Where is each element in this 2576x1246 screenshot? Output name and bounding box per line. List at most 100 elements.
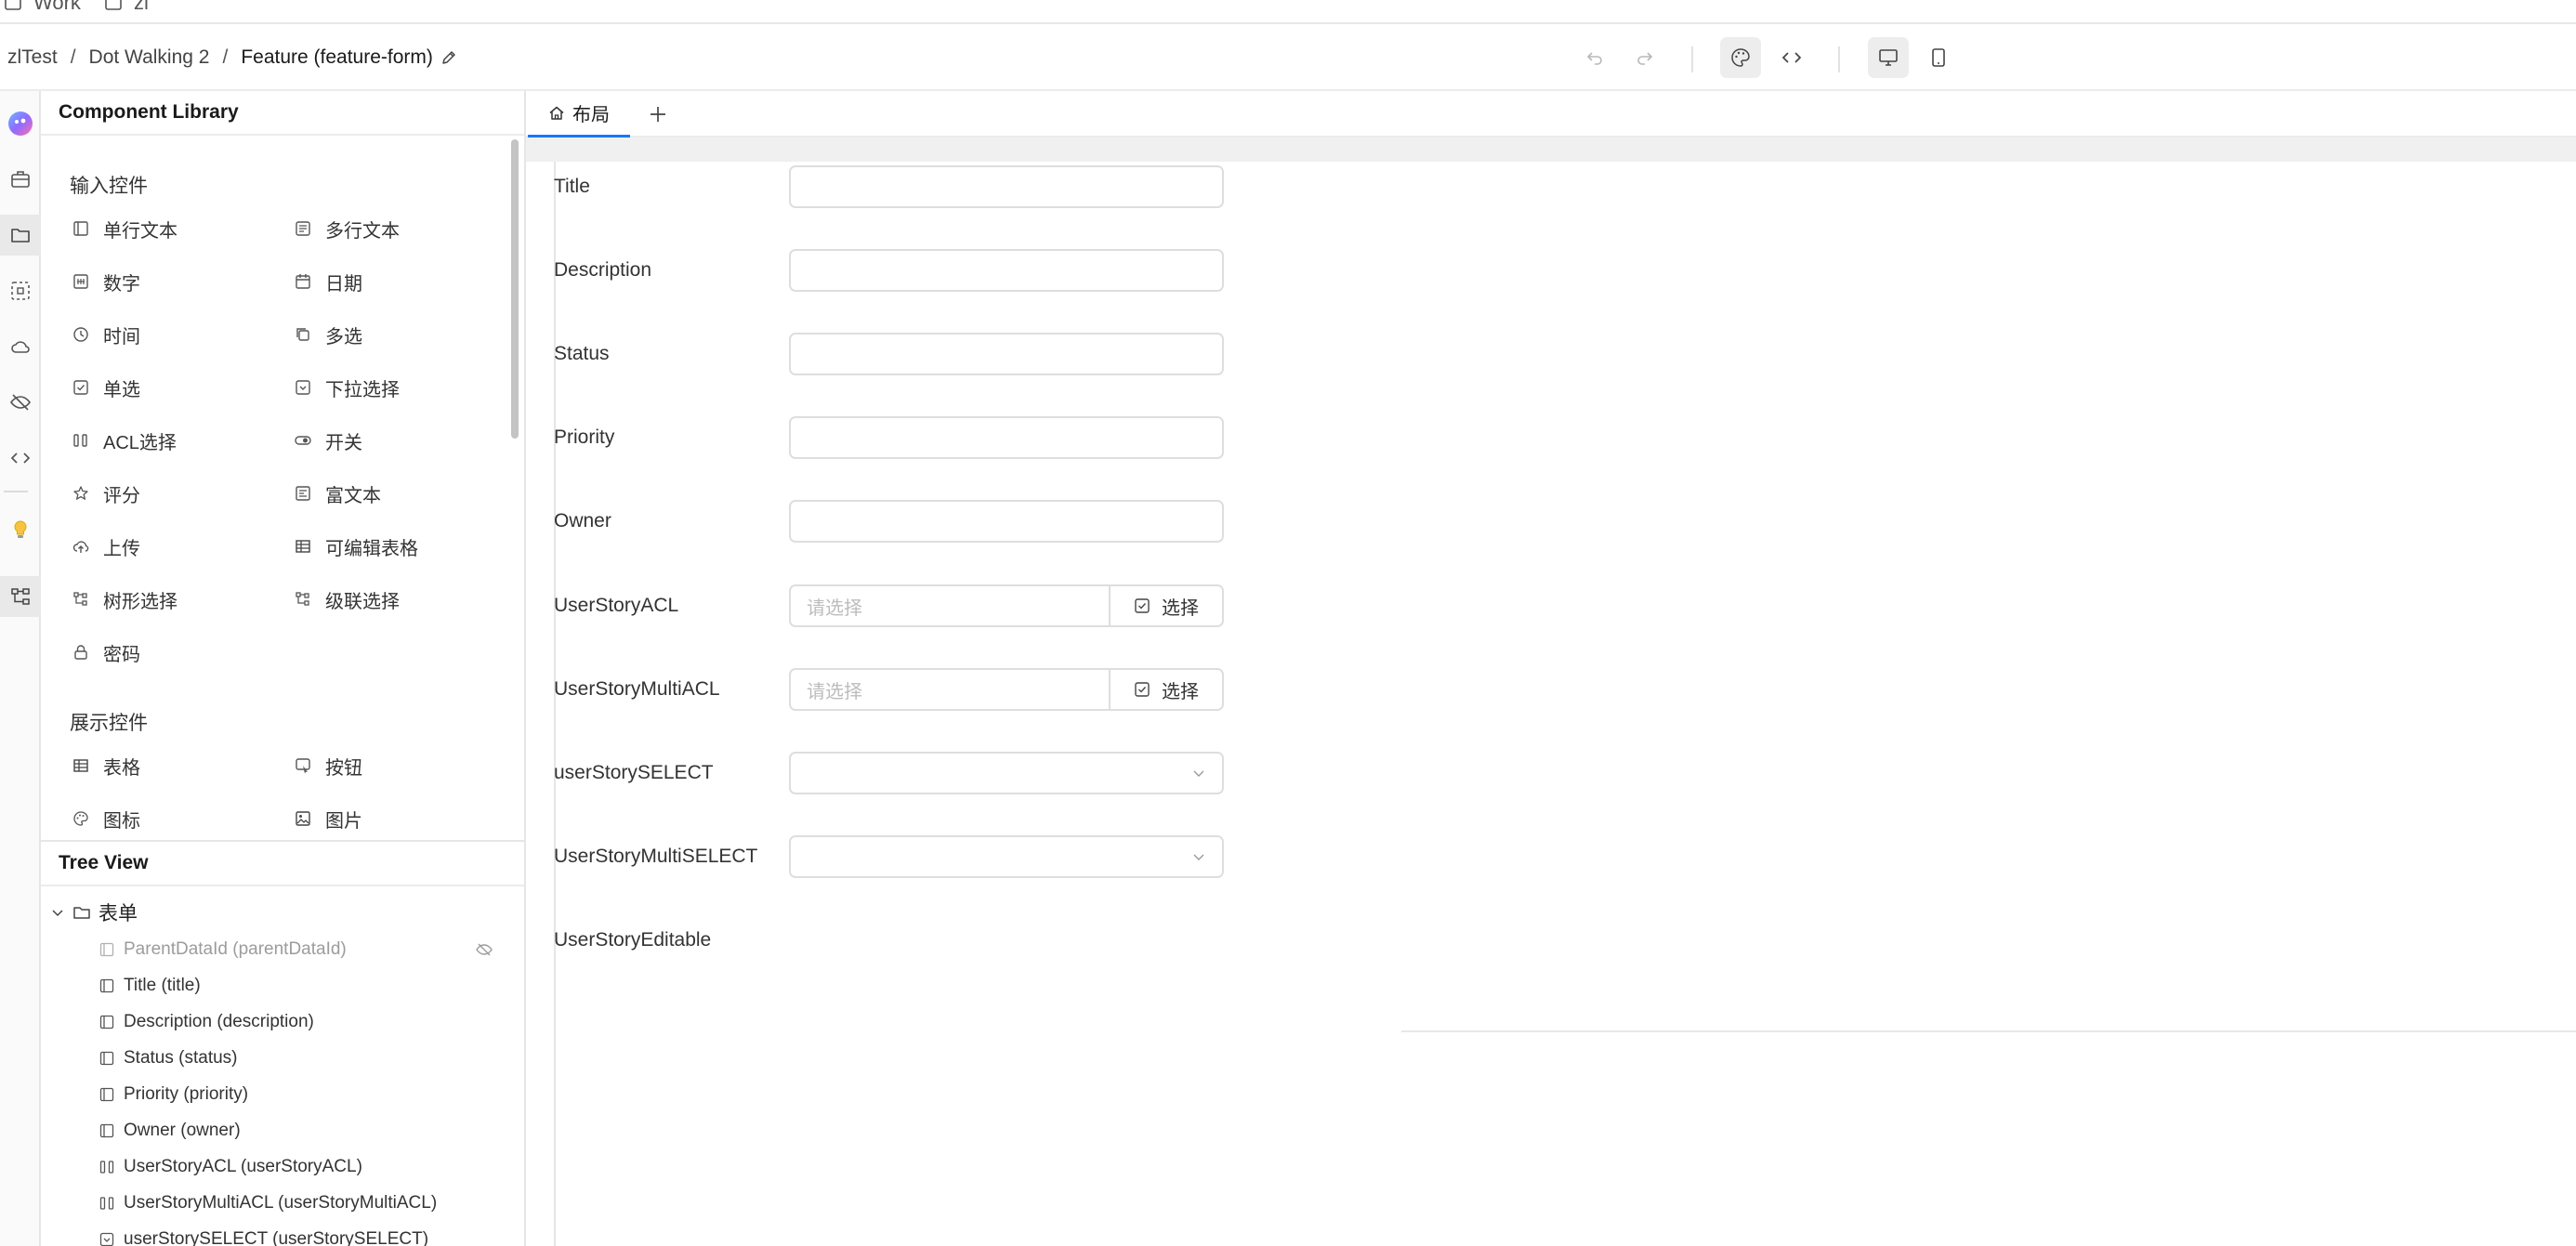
single-line-icon [99, 1051, 114, 1066]
component-acl-select[interactable]: ACL选择 [72, 422, 177, 459]
tree-node-label: Status (status) [124, 1048, 238, 1068]
component-editable-table[interactable]: 可编辑表格 [294, 528, 418, 565]
chevron-down-icon[interactable] [50, 905, 65, 920]
field-label-userstoryeditable: UserStoryEditable [554, 929, 712, 951]
tree-node-priority[interactable]: Priority (priority) [99, 1080, 248, 1109]
component-dropdown[interactable]: 下拉选择 [294, 369, 400, 406]
rail-avatar[interactable] [0, 103, 41, 144]
component-multi-line-text[interactable]: 多行文本 [294, 210, 400, 247]
component-cascade-select[interactable]: 级联选择 [294, 581, 400, 618]
tree-node-owner[interactable]: Owner (owner) [99, 1116, 241, 1146]
field-label-userstoryacl: UserStoryACL [554, 595, 679, 616]
mobile-view-button[interactable] [1918, 37, 1959, 78]
priority-input[interactable] [789, 416, 1224, 459]
rail-hidden[interactable] [0, 382, 41, 423]
single-line-icon [99, 1087, 114, 1102]
single-line-icon [99, 1123, 114, 1138]
field-label-description: Description [554, 259, 652, 281]
component-label: 富文本 [325, 485, 381, 506]
rail-files[interactable] [0, 215, 41, 256]
undo-button[interactable] [1574, 37, 1615, 78]
rail-tips[interactable] [0, 509, 41, 550]
tree-root-label: 表单 [99, 903, 138, 925]
rail-cloud[interactable] [0, 326, 41, 367]
rail-workspace[interactable] [0, 159, 41, 200]
rail-structure[interactable] [0, 576, 41, 617]
tree-node-userstoryacl[interactable]: UserStoryACL (userStoryACL) [99, 1152, 362, 1182]
owner-input[interactable] [789, 500, 1224, 543]
component-icon[interactable]: 图标 [72, 800, 140, 837]
top-tab-zl[interactable]: zl [104, 0, 149, 15]
activity-rail [0, 91, 41, 1246]
component-rich-text[interactable]: 富文本 [294, 475, 381, 512]
breadcrumb-module[interactable]: Dot Walking 2 [89, 46, 210, 69]
top-tab-work[interactable]: Work [4, 0, 81, 15]
rich-text-icon [294, 484, 312, 503]
userstoryacl-select-button[interactable]: 选择 [1109, 584, 1224, 627]
component-table[interactable]: 表格 [72, 747, 140, 784]
status-input[interactable] [789, 333, 1224, 375]
component-label: 上传 [103, 538, 140, 559]
userstorymultiacl-input[interactable]: 请选择 [789, 668, 1109, 711]
component-label: 数字 [103, 273, 140, 295]
component-multi-select[interactable]: 多选 [294, 316, 362, 353]
plus-icon [648, 104, 668, 125]
tree-node-label: Title (title) [124, 976, 201, 995]
eye-off-icon [9, 391, 32, 413]
eye-off-icon[interactable] [475, 940, 493, 959]
top-tab-strip: Work zl [0, 0, 2576, 24]
acl-icon [72, 431, 90, 450]
component-label: 表格 [103, 757, 140, 779]
acl-icon [99, 1160, 114, 1174]
component-radio[interactable]: 单选 [72, 369, 140, 406]
userstoryselect-dropdown[interactable] [789, 752, 1224, 794]
selection-icon [9, 280, 32, 302]
tree-root-form[interactable]: 表单 [50, 898, 138, 927]
component-password[interactable]: 密码 [72, 634, 140, 671]
desktop-view-button[interactable] [1868, 37, 1909, 78]
rail-code[interactable] [0, 438, 41, 479]
userstorymultiselect-dropdown[interactable] [789, 835, 1224, 878]
tree-node-parentdataid[interactable]: ParentDataId (parentDataId) [99, 935, 508, 964]
title-input[interactable] [789, 165, 1224, 208]
pencil-icon[interactable] [440, 49, 457, 66]
rail-selection[interactable] [0, 270, 41, 311]
toolbar-divider [1691, 46, 1693, 72]
component-label: 下拉选择 [325, 379, 400, 400]
userstoryacl-input[interactable]: 请选择 [789, 584, 1109, 627]
component-upload[interactable]: 上传 [72, 528, 140, 565]
breadcrumb-current-form: Feature (feature-form) [241, 46, 433, 68]
tree-node-status[interactable]: Status (status) [99, 1043, 238, 1073]
code-view-button[interactable] [1771, 37, 1812, 78]
component-single-line-text[interactable]: 单行文本 [72, 210, 177, 247]
tree-node-userstoryselect[interactable]: userStorySELECT (userStorySELECT) [99, 1225, 428, 1246]
component-date[interactable]: 日期 [294, 263, 362, 300]
userstorymultiacl-select-button[interactable]: 选择 [1109, 668, 1224, 711]
component-tree-select[interactable]: 树形选择 [72, 581, 177, 618]
undo-icon [1584, 46, 1606, 69]
userstorymultiacl-picker: 请选择 选择 [789, 668, 1224, 711]
component-button[interactable]: 按钮 [294, 747, 362, 784]
tree-node-label: Priority (priority) [124, 1084, 249, 1104]
tree-node-title[interactable]: Title (title) [99, 971, 201, 1001]
table-icon [72, 756, 90, 775]
tree-node-description[interactable]: Description (description) [99, 1007, 314, 1037]
breadcrumb-app[interactable]: zlTest [7, 46, 58, 69]
component-number[interactable]: 数字 [72, 263, 140, 300]
tab-layout[interactable]: 布局 [528, 91, 630, 138]
component-switch[interactable]: 开关 [294, 422, 362, 459]
lock-icon [72, 643, 90, 662]
add-tab-button[interactable] [643, 99, 673, 129]
tree-view-title: Tree View [41, 842, 524, 886]
component-rating[interactable]: 评分 [72, 475, 140, 512]
library-scrollbar[interactable] [511, 139, 519, 439]
display-controls-section-title: 展示控件 [70, 713, 148, 734]
tree-node-userstorymultiacl[interactable]: UserStoryMultiACL (userStoryMultiACL) [99, 1188, 437, 1218]
theme-button[interactable] [1720, 37, 1761, 78]
component-image[interactable]: 图片 [294, 800, 362, 837]
description-input[interactable] [789, 249, 1224, 292]
component-time[interactable]: 时间 [72, 316, 140, 353]
field-label-title: Title [554, 176, 590, 197]
star-icon [72, 484, 90, 503]
redo-button[interactable] [1624, 37, 1665, 78]
